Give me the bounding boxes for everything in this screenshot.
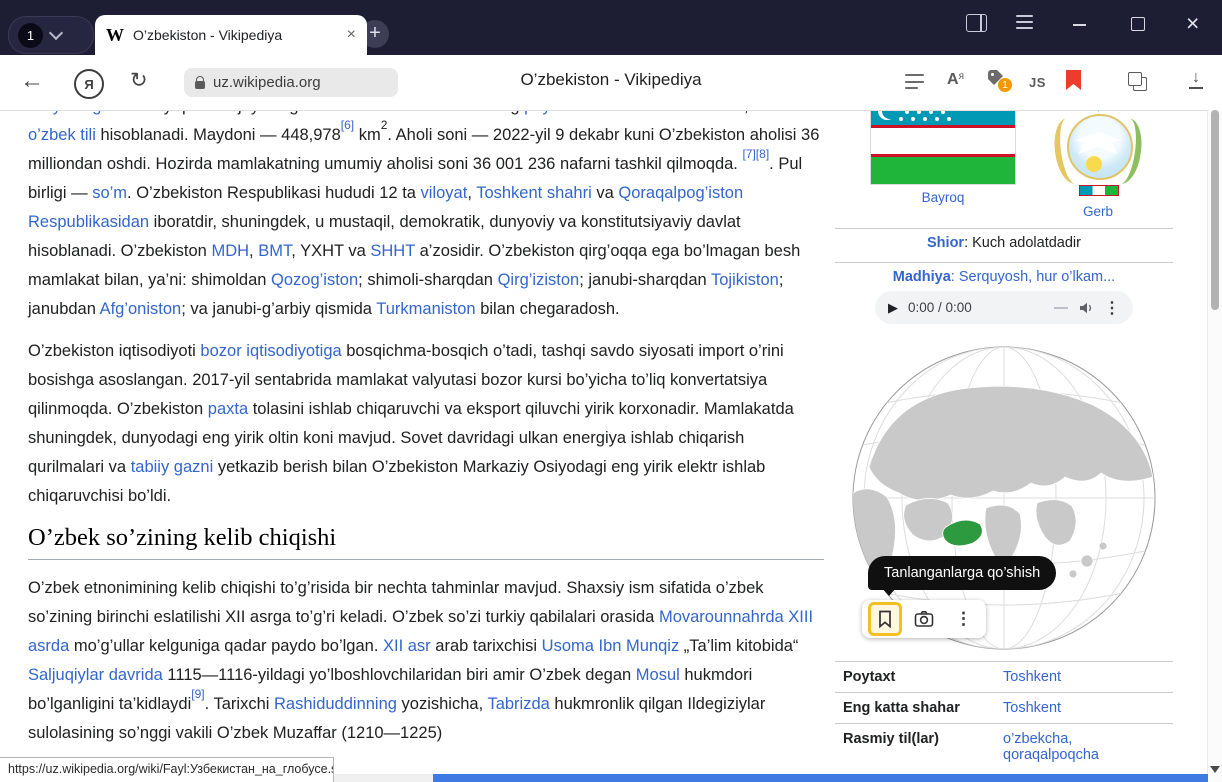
image-action-bar: ⋮ [862, 600, 986, 638]
article-link[interactable]: XII asr [383, 637, 431, 655]
reference-link[interactable]: [7][8] [742, 147, 769, 161]
table-row: Poytaxt Toshkent [835, 661, 1173, 692]
reader-mode-icon[interactable] [905, 74, 924, 89]
add-to-favorites-button[interactable] [868, 602, 902, 636]
address-bar[interactable]: uz.wikipedia.org [184, 68, 398, 97]
article-link[interactable]: bozor iqtisodiyotiga [200, 342, 341, 360]
anthem-title-link[interactable]: : Serquyosh, hur o’lkam... [951, 269, 1115, 285]
article-body: Osiyoning markaziy qismida joylashgan ma… [28, 92, 824, 761]
article-link[interactable]: Tabrizda [487, 695, 549, 713]
flag-caption-link[interactable]: Bayroq [871, 190, 1015, 205]
uzbekistan-emblem-image[interactable] [1053, 102, 1143, 198]
article-link[interactable]: BMT [258, 242, 291, 260]
anthem-row: Madhiya: Serquyosh, hur o’lkam... [835, 269, 1173, 285]
row-value-link[interactable]: Toshkent [995, 669, 1165, 685]
reference-link[interactable]: [9] [191, 687, 204, 701]
motto-label-link[interactable]: Shior [927, 235, 964, 251]
emblem-caption-link[interactable]: Gerb [1025, 204, 1171, 219]
audio-player[interactable]: ▶ 0:00 / 0:00 ⋮ [875, 291, 1133, 324]
tab-title: O’zbekiston - Vikipediya [133, 27, 338, 43]
horizontal-scrollbar[interactable] [334, 774, 1208, 782]
tabs-panel-icon[interactable] [1128, 72, 1146, 89]
vertical-scrollbar-thumb[interactable] [1211, 110, 1219, 310]
article-paragraph: O’zbek etnonimining kelib chiqishi to’g’… [28, 574, 824, 748]
row-label: Poytaxt [843, 669, 995, 685]
article-link[interactable]: Turkmaniston [376, 300, 475, 318]
reference-link[interactable]: [6] [341, 118, 354, 132]
minimize-button[interactable] [1073, 24, 1086, 26]
article-link[interactable]: Rashiduddinning [274, 695, 397, 713]
download-icon[interactable]: ↓ [1188, 69, 1204, 89]
link-preview-statusbar: https://uz.wikipedia.org/wiki/Fayl:Узбек… [0, 757, 334, 782]
page-title: O’zbekiston - Vikipediya [400, 70, 822, 90]
audio-menu-icon[interactable]: ⋮ [1104, 298, 1120, 318]
vertical-scrollbar[interactable] [1207, 110, 1222, 782]
chevron-down-icon [49, 26, 63, 40]
article-link[interactable]: SHHT [370, 242, 415, 260]
tooltip: Tanlanganlarga qo’shish [868, 556, 1056, 590]
table-row: Rasmiy til(lar) o’zbekcha, qoraqalpoqcha [835, 723, 1173, 770]
article-paragraph: O’zbekiston iqtisodiyoti bozor iqtisodiy… [28, 337, 824, 511]
row-value-link[interactable]: o’zbekcha, qoraqalpoqcha [995, 731, 1165, 763]
window-close-button[interactable]: × [1186, 10, 1199, 36]
bookmark-flag-icon[interactable] [1066, 70, 1081, 90]
motto-text: : Kuch adolatdadir [964, 235, 1081, 251]
article-link[interactable]: Mosul [636, 666, 680, 684]
image-search-button[interactable] [907, 602, 941, 636]
window-titlebar: 1 W O’zbekiston - Vikipediya × + × [0, 0, 1222, 55]
browser-toolbar: ← Я ↻ uz.wikipedia.org O’zbekiston - Vik… [0, 55, 1222, 111]
article-link[interactable]: viloyat [421, 184, 468, 202]
row-label: Eng katta shahar [843, 700, 995, 716]
article-link[interactable]: tabiiy gazni [131, 458, 214, 476]
article-link[interactable]: Tojikiston [711, 271, 779, 289]
anthem-label-link[interactable]: Madhiya [893, 269, 951, 285]
article-paragraph: Osiyoning markaziy qismida joylashgan ma… [28, 92, 824, 324]
wikipedia-favicon: W [106, 25, 124, 46]
article-link[interactable]: Afg’oniston [100, 300, 182, 318]
browser-tab[interactable]: W O’zbekiston - Vikipediya × [95, 15, 367, 55]
translate-icon[interactable]: Aя [947, 71, 964, 89]
scroll-down-arrow-icon[interactable] [1210, 766, 1220, 773]
row-value-link[interactable]: Toshkent [995, 700, 1165, 716]
maximize-button[interactable] [1131, 17, 1145, 31]
tab-group-badge: 1 [18, 23, 43, 48]
site-url: uz.wikipedia.org [213, 74, 321, 91]
divider [835, 262, 1173, 263]
section-heading: O’zbek so’zining kelib chiqishi [28, 524, 824, 560]
article-link[interactable]: Qirg’iziston [498, 271, 580, 289]
back-button[interactable]: ← [20, 67, 44, 95]
table-row: Eng katta shahar Toshkent [835, 692, 1173, 723]
sidebar-panel-icon[interactable] [966, 14, 987, 32]
play-button[interactable]: ▶ [888, 300, 898, 316]
refresh-button[interactable]: ↻ [130, 68, 148, 93]
horizontal-scrollbar-thumb[interactable] [433, 774, 1208, 782]
tab-group-switcher[interactable]: 1 [8, 16, 94, 54]
badge-count: 1 [998, 78, 1012, 92]
audio-seekbar[interactable] [1054, 307, 1068, 309]
lock-icon [195, 81, 205, 89]
tab-close-icon[interactable]: × [347, 27, 356, 43]
yandex-icon[interactable]: Я [74, 69, 104, 99]
offers-tag-icon[interactable]: 1 [988, 70, 1005, 87]
infobox-table: Poytaxt Toshkent Eng katta shahar Toshke… [835, 661, 1173, 770]
article-link[interactable]: Usoma Ibn Munqiz [542, 637, 680, 655]
article-link[interactable]: MDH [211, 242, 249, 260]
row-label: Rasmiy til(lar) [843, 731, 995, 763]
motto-row: Shior: Kuch adolatdadir [835, 235, 1173, 251]
article-link[interactable]: Saljuqiylar davrida [28, 666, 163, 684]
article-link[interactable]: Toshkent shahri [476, 184, 592, 202]
divider [835, 228, 1173, 229]
article-link[interactable]: so’m [92, 184, 127, 202]
menu-icon[interactable] [1016, 15, 1033, 29]
audio-time: 0:00 / 0:00 [908, 300, 972, 315]
article-link[interactable]: Qozog’iston [271, 271, 358, 289]
more-actions-button[interactable]: ⋮ [947, 602, 981, 636]
js-toggle-icon[interactable]: JS [1029, 75, 1046, 90]
browser-window: 1 W O’zbekiston - Vikipediya × + × ← Я ↻… [0, 0, 1222, 782]
article-link[interactable]: paxta [208, 400, 248, 418]
volume-icon[interactable] [1078, 300, 1094, 316]
